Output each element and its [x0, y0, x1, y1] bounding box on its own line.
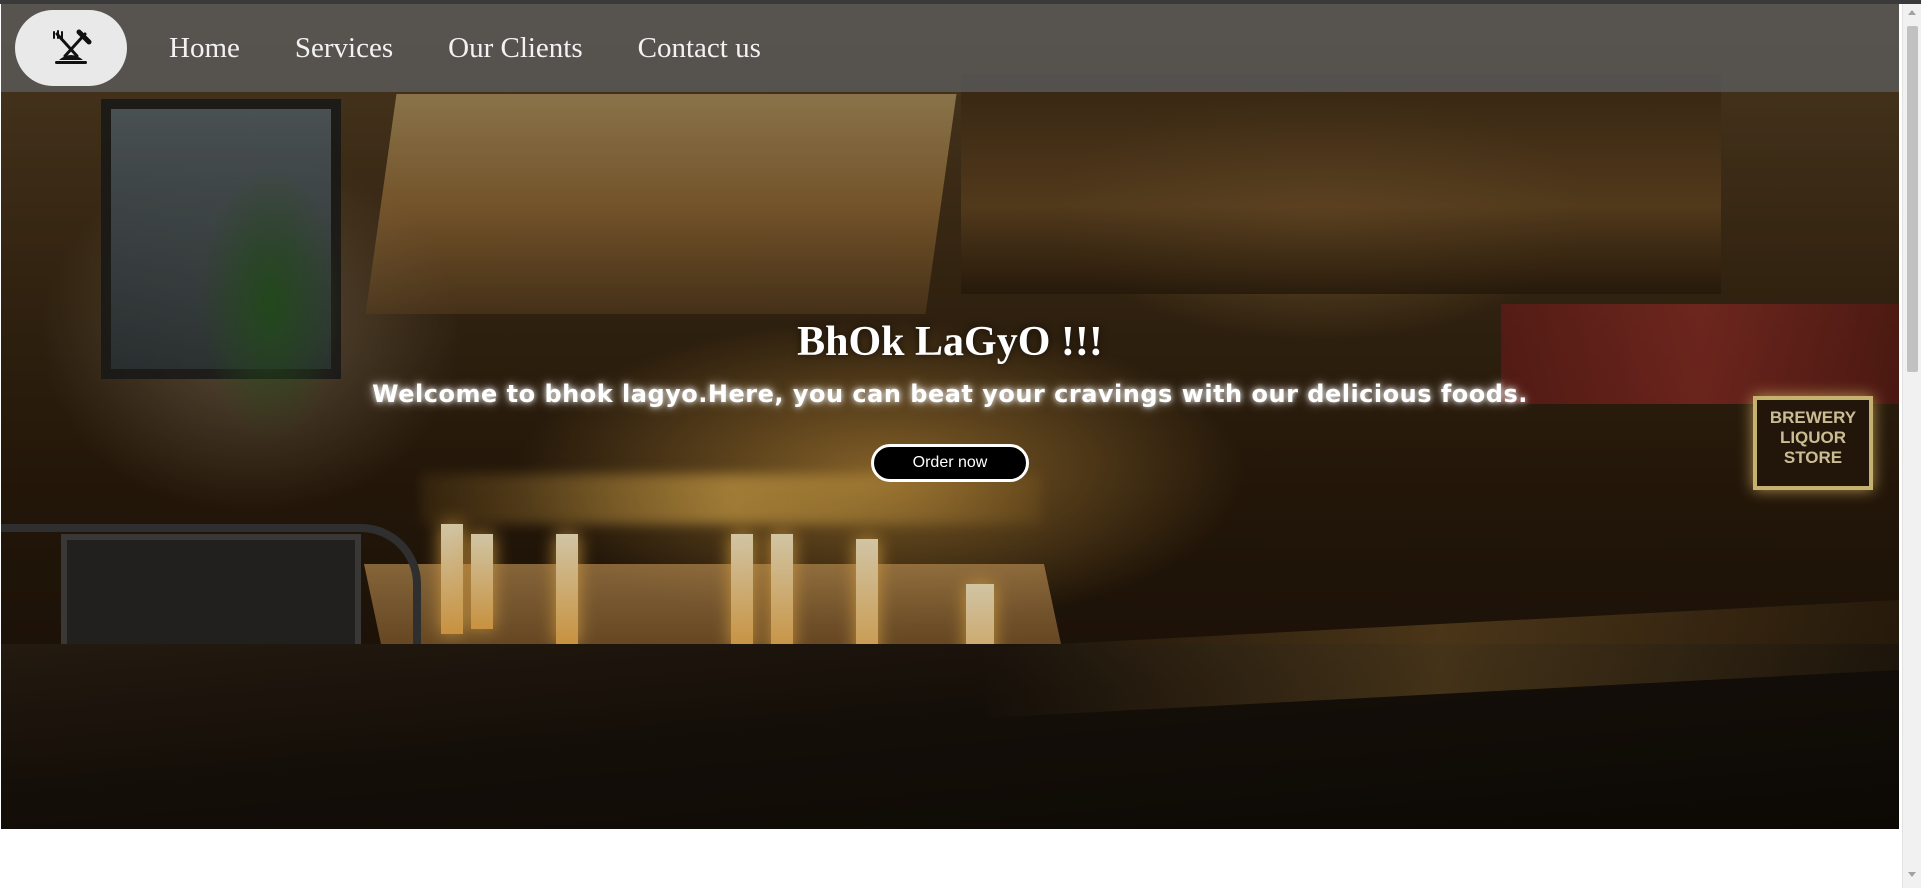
fork-knife-plate-icon — [53, 29, 92, 64]
nav-links: Home Services Our Clients Contact us — [169, 32, 816, 65]
page: BREWERY LIQUOR STORE Home Services Our C… — [0, 0, 1921, 888]
hero-title: BhOk LaGyO !!! — [797, 319, 1103, 365]
scroll-thumb[interactable] — [1907, 26, 1918, 372]
hero-content: BhOk LaGyO !!! Welcome to bhok lagyo.Her… — [1, 318, 1899, 482]
hero-subtitle: Welcome to bhok lagyo.Here, you can beat… — [372, 380, 1528, 408]
nav-home[interactable]: Home — [169, 32, 240, 65]
logo[interactable] — [15, 10, 127, 86]
order-now-button[interactable]: Order now — [871, 444, 1029, 482]
scroll-down-arrow-icon[interactable] — [1908, 872, 1916, 877]
page-scrollbar[interactable] — [1902, 4, 1921, 888]
navbar: Home Services Our Clients Contact us — [1, 4, 1899, 92]
scroll-up-arrow-icon[interactable] — [1908, 10, 1916, 15]
nav-services[interactable]: Services — [295, 32, 393, 65]
nav-contact-us[interactable]: Contact us — [638, 32, 761, 65]
nav-our-clients[interactable]: Our Clients — [448, 32, 583, 65]
